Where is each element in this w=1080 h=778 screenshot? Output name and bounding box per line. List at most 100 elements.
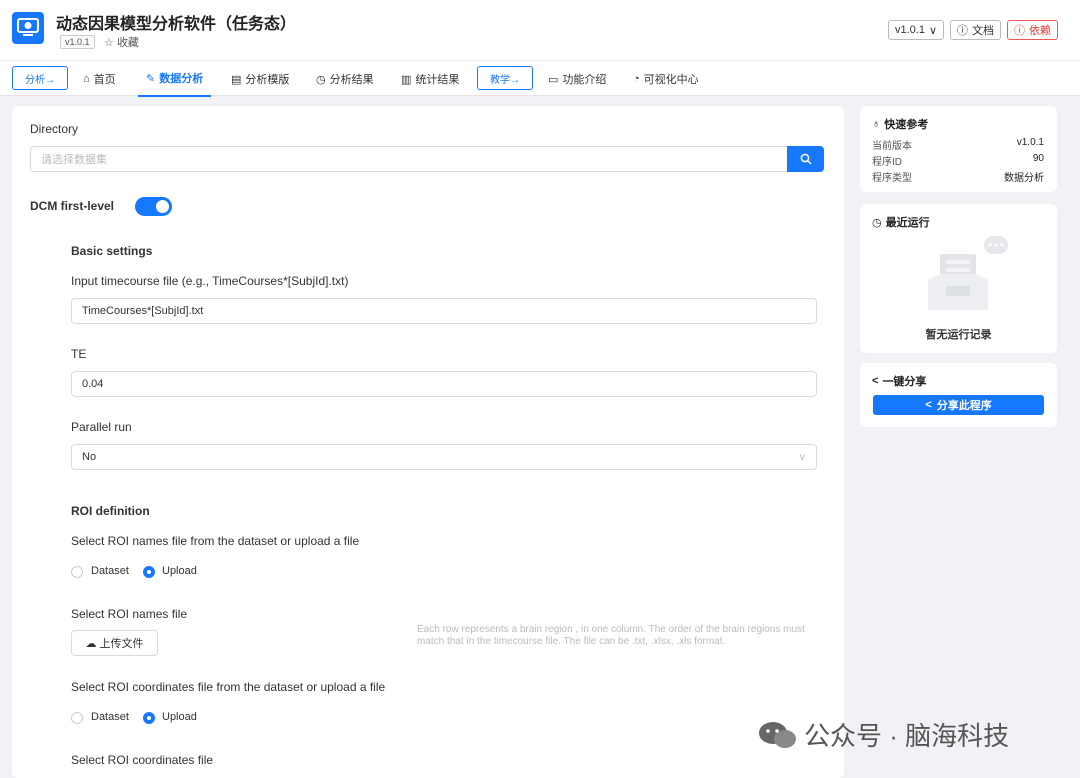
tab-home[interactable]: ⌂ 首页 xyxy=(83,61,116,97)
form-panel: Directory 请选择数据集 DCM first-level Basic s… xyxy=(12,106,844,778)
tab-features-label: 功能介绍 xyxy=(562,74,607,86)
lightbulb-icon: ♁ xyxy=(872,118,881,130)
roi-names-upload-label: Upload xyxy=(162,565,197,577)
docs-button[interactable]: ⓘ 文档 xyxy=(950,20,1001,40)
quick-ref-value: 90 xyxy=(1032,153,1044,164)
share-button-label: 分享此程序 xyxy=(936,400,992,412)
version-select[interactable]: v1.0.1 ∨ xyxy=(887,20,944,40)
version-badge: v1.0.1 xyxy=(60,35,95,49)
roi-coords-upload-radio[interactable] xyxy=(143,712,155,724)
bar-chart-icon: ▥ xyxy=(401,73,412,86)
share-program-button[interactable]: < 分享此程序 xyxy=(873,395,1044,415)
chevron-down-icon: ∨ xyxy=(928,24,937,37)
share-card: < 一键分享 < 分享此程序 xyxy=(860,363,1057,427)
cloud-upload-icon: ☁ xyxy=(85,637,97,650)
tab-statistics[interactable]: ▥ 统计结果 xyxy=(401,61,459,97)
directory-input[interactable]: 请选择数据集 xyxy=(30,146,788,172)
dcm-first-level-label: DCM first-level xyxy=(30,199,115,213)
quick-ref-value: 数据分析 xyxy=(1004,173,1044,184)
parallel-run-value: No xyxy=(82,451,97,463)
search-icon xyxy=(800,153,812,165)
tab-templates[interactable]: ▤ 分析模版 xyxy=(231,61,289,97)
header-actions: v1.0.1 ∨ ⓘ 文档 ⓘ 依赖 xyxy=(887,20,1058,40)
dependencies-button[interactable]: ⓘ 依赖 xyxy=(1007,20,1058,40)
watermark: 公众号 · 脑海科技 xyxy=(758,716,1009,753)
basic-settings-title: Basic settings xyxy=(71,244,153,258)
tab-data-analysis-label: 数据分析 xyxy=(159,73,204,85)
directory-label: Directory xyxy=(30,122,79,136)
empty-runs-text: 暂无运行记录 xyxy=(925,329,992,341)
tab-features[interactable]: ▭ 功能介绍 xyxy=(548,61,606,97)
tab-visualization-label: 可视化中心 xyxy=(643,74,699,86)
wechat-icon xyxy=(759,721,796,748)
tab-data-analysis[interactable]: ✎ 数据分析 xyxy=(138,61,212,97)
timecourse-input[interactable]: TimeCourses*[SubjId].txt xyxy=(71,298,817,324)
upload-roi-names-button[interactable]: ☁ 上传文件 xyxy=(71,630,158,656)
roi-coords-dataset-label: Dataset xyxy=(91,711,129,723)
star-icon: ☆ xyxy=(104,37,114,49)
chevron-down-icon: ∨ xyxy=(798,451,806,463)
empty-inbox-icon xyxy=(928,236,1008,310)
roi-names-dataset-radio[interactable] xyxy=(71,566,83,578)
quick-ref-key: 程序ID xyxy=(872,157,902,168)
tab-templates-label: 分析模版 xyxy=(245,74,290,86)
help-icon: ⓘ xyxy=(957,25,968,37)
tab-statistics-label: 统计结果 xyxy=(415,74,460,86)
quick-reference-card: ♁ 快速参考 当前版本 v1.0.1 程序ID 90 程序类型 数据分析 xyxy=(860,106,1057,192)
version-select-value: v1.0.1 xyxy=(894,24,925,36)
quick-reference-title-text: 快速参考 xyxy=(884,119,929,131)
quick-ref-value: v1.0.1 xyxy=(1016,137,1044,148)
roi-names-file-label: Select ROI names file xyxy=(71,607,188,621)
tab-visualization[interactable]: ◔ 可视化中心 xyxy=(633,61,699,97)
quick-ref-key: 当前版本 xyxy=(872,141,912,152)
watermark-text: 公众号 · 脑海科技 xyxy=(804,721,1010,751)
clock-icon: ◷ xyxy=(872,216,882,229)
share-icon: < xyxy=(925,399,932,411)
analyze-pill[interactable]: 分析→ xyxy=(12,66,68,90)
favorite-label: 收藏 xyxy=(116,37,139,49)
te-label: TE xyxy=(71,347,87,361)
pie-chart-icon: ◔ xyxy=(633,73,640,85)
parallel-run-select[interactable]: No ∨ xyxy=(71,444,817,470)
app-title: 动态因果模型分析软件（任务态） xyxy=(56,16,297,33)
edit-icon: ✎ xyxy=(146,72,156,85)
roi-definition-title: ROI definition xyxy=(71,504,150,518)
docs-label: 文档 xyxy=(972,25,994,37)
roi-names-dataset-label: Dataset xyxy=(91,565,129,577)
roi-coords-dataset-radio[interactable] xyxy=(71,712,83,724)
roi-names-upload-radio[interactable] xyxy=(143,566,155,578)
tab-results-label: 分析结果 xyxy=(329,74,374,86)
roi-coords-source-label: Select ROI coordinates file from the dat… xyxy=(71,680,386,694)
tab-home-label: 首页 xyxy=(93,74,116,86)
timecourse-label: Input timecourse file (e.g., TimeCourses… xyxy=(71,274,349,288)
roi-coords-file-label: Select ROI coordinates file xyxy=(71,753,214,767)
file-icon: ▤ xyxy=(231,73,242,86)
teach-pill[interactable]: 教学→ xyxy=(477,66,533,90)
quick-reference-title: ♁ 快速参考 xyxy=(872,116,928,132)
app-header: 动态因果模型分析软件（任务态） v1.0.1 ☆ 收藏 v1.0.1 ∨ ⓘ 文… xyxy=(0,0,1080,60)
quick-ref-key: 程序类型 xyxy=(872,173,912,184)
favorite-button[interactable]: ☆ 收藏 xyxy=(104,34,139,50)
dcm-first-level-toggle[interactable] xyxy=(135,197,172,216)
roi-names-source-label: Select ROI names file from the dataset o… xyxy=(71,534,360,548)
recent-runs-title: ◷ 最近运行 xyxy=(872,214,930,230)
recent-runs-card: ◷ 最近运行 暂无运行记录 xyxy=(860,204,1057,353)
share-title: < 一键分享 xyxy=(872,373,926,389)
recent-runs-title-text: 最近运行 xyxy=(885,217,930,229)
app-logo-icon xyxy=(12,12,44,44)
alert-icon: ⓘ xyxy=(1014,25,1025,37)
dependencies-label: 依赖 xyxy=(1029,25,1051,37)
tab-results[interactable]: ◷ 分析结果 xyxy=(316,61,374,97)
presentation-icon: ▭ xyxy=(548,73,559,86)
share-icon: < xyxy=(872,375,879,387)
share-title-text: 一键分享 xyxy=(882,376,927,388)
roi-names-hint: Each row represents a brain region , in … xyxy=(417,624,805,647)
te-input[interactable]: 0.04 xyxy=(71,371,817,397)
parallel-run-label: Parallel run xyxy=(71,420,132,434)
home-icon: ⌂ xyxy=(83,73,90,85)
upload-button-label: 上传文件 xyxy=(99,638,144,650)
history-icon: ◷ xyxy=(316,73,326,86)
roi-coords-upload-label: Upload xyxy=(162,711,197,723)
directory-search-button[interactable] xyxy=(787,146,824,172)
top-nav: 分析→ ⌂ 首页 ✎ 数据分析 ▤ 分析模版 ◷ 分析结果 ▥ 统计结果 教学→ ▭ 功能介… xyxy=(0,60,1080,97)
